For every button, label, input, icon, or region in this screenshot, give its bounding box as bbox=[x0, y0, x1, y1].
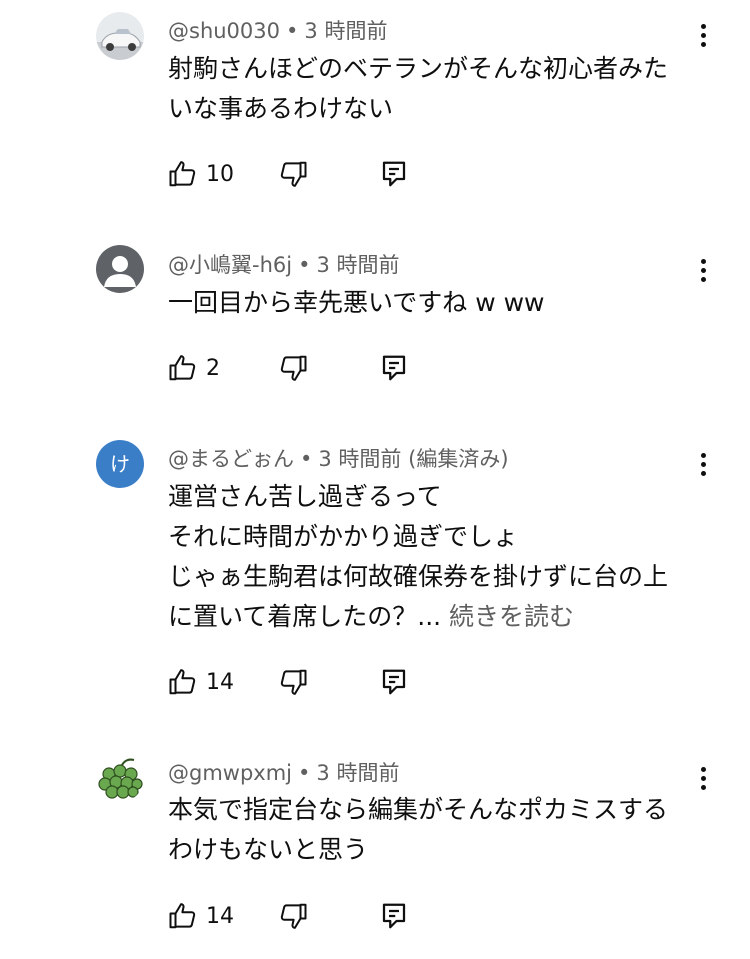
avatar-letter: け bbox=[110, 452, 130, 476]
thumbs-down-icon bbox=[280, 355, 307, 381]
reply-comment-icon bbox=[382, 355, 406, 381]
timestamp[interactable]: 3 時間前 bbox=[316, 253, 399, 277]
default-person-avatar-icon bbox=[96, 245, 144, 293]
comment-meta: @shu0030 • 3 時間前 bbox=[168, 19, 388, 43]
reply-comment-icon bbox=[382, 669, 406, 695]
comment-actions: 14 bbox=[168, 896, 428, 936]
comment-text: 本気で指定台なら編集がそんなポカミスする わけもないと思う bbox=[168, 790, 698, 870]
avatar[interactable] bbox=[96, 754, 144, 802]
comment-meta: @小嶋翼-h6j • 3 時間前 bbox=[168, 253, 400, 277]
like-button[interactable]: 14 bbox=[168, 662, 234, 702]
timestamp[interactable]: 3 時間前 bbox=[316, 761, 399, 785]
thumbs-down-icon bbox=[280, 161, 307, 187]
reply-comment-icon bbox=[382, 161, 406, 187]
dislike-button[interactable] bbox=[278, 896, 308, 936]
comment-meta: @gmwpxmj • 3 時間前 bbox=[168, 761, 400, 785]
like-count: 2 bbox=[206, 355, 220, 381]
avatar[interactable]: け bbox=[96, 440, 144, 488]
read-more-link[interactable]: 続きを読む bbox=[449, 602, 574, 631]
thumbs-up-icon bbox=[169, 161, 196, 187]
like-button[interactable]: 14 bbox=[168, 896, 234, 936]
comment-actions: 2 bbox=[168, 348, 428, 388]
avatar[interactable] bbox=[96, 12, 144, 60]
grapes-avatar-icon bbox=[96, 754, 144, 802]
timestamp[interactable]: 3 時間前 bbox=[304, 19, 387, 43]
comment-text: 運営さん苦し過ぎるって それに時間がかかり過ぎでしょ じゃぁ生駒君は何故確保券を… bbox=[168, 477, 698, 637]
comment-line: それに時間がかかり過ぎでしょ bbox=[168, 522, 519, 551]
thumbs-up-icon bbox=[169, 669, 196, 695]
comment-line: 運営さん苦し過ぎるって bbox=[168, 482, 442, 511]
comment-line: わけもないと思う bbox=[168, 835, 369, 864]
comment-line: じゃぁ生駒君は何故確保券を掛けずに台の上 bbox=[168, 562, 669, 591]
timestamp[interactable]: 3 時間前 bbox=[318, 447, 401, 471]
comment-line-text: に置いて着席したの？... bbox=[168, 602, 442, 631]
comment-meta: @まるどぉん • 3 時間前 (編集済み) bbox=[168, 447, 509, 471]
author-name[interactable]: @小嶋翼-h6j bbox=[168, 253, 292, 277]
reply-button[interactable] bbox=[380, 154, 408, 194]
comment-line: 本気で指定台なら編集がそんなポカミスする bbox=[168, 795, 669, 824]
dislike-button[interactable] bbox=[278, 662, 308, 702]
like-count: 14 bbox=[206, 903, 234, 929]
comment-text: 射駒さんほどのベテランがそんな初心者みた いな事あるわけない bbox=[168, 49, 698, 129]
comment-line: 一回目から幸先悪いですね w ww bbox=[168, 288, 545, 317]
car-photo-avatar-icon bbox=[96, 12, 144, 60]
like-button[interactable]: 10 bbox=[168, 154, 234, 194]
thumbs-up-icon bbox=[169, 355, 196, 381]
comment-actions: 10 bbox=[168, 154, 428, 194]
reply-button[interactable] bbox=[380, 896, 408, 936]
comment-line: に置いて着席したの？... 続きを読む bbox=[168, 597, 698, 637]
edited-label: (編集済み) bbox=[408, 447, 509, 471]
comment-line: 射駒さんほどのベテランがそんな初心者みた bbox=[168, 54, 669, 83]
dislike-button[interactable] bbox=[278, 348, 308, 388]
like-count: 14 bbox=[206, 669, 234, 695]
thumbs-down-icon bbox=[280, 903, 307, 929]
thumbs-down-icon bbox=[280, 669, 307, 695]
like-button[interactable]: 2 bbox=[168, 348, 220, 388]
avatar[interactable] bbox=[96, 245, 144, 293]
thumbs-up-icon bbox=[169, 903, 196, 929]
reply-button[interactable] bbox=[380, 662, 408, 702]
comment-text: 一回目から幸先悪いですね w ww bbox=[168, 283, 698, 323]
reply-comment-icon bbox=[382, 903, 406, 929]
author-name[interactable]: @shu0030 bbox=[168, 19, 280, 43]
reply-button[interactable] bbox=[380, 348, 408, 388]
author-name[interactable]: @まるどぉん bbox=[168, 447, 294, 471]
comment-line: いな事あるわけない bbox=[168, 94, 394, 123]
author-name[interactable]: @gmwpxmj bbox=[168, 761, 292, 785]
dislike-button[interactable] bbox=[278, 154, 308, 194]
comment-actions: 14 bbox=[168, 662, 428, 702]
like-count: 10 bbox=[206, 161, 234, 187]
